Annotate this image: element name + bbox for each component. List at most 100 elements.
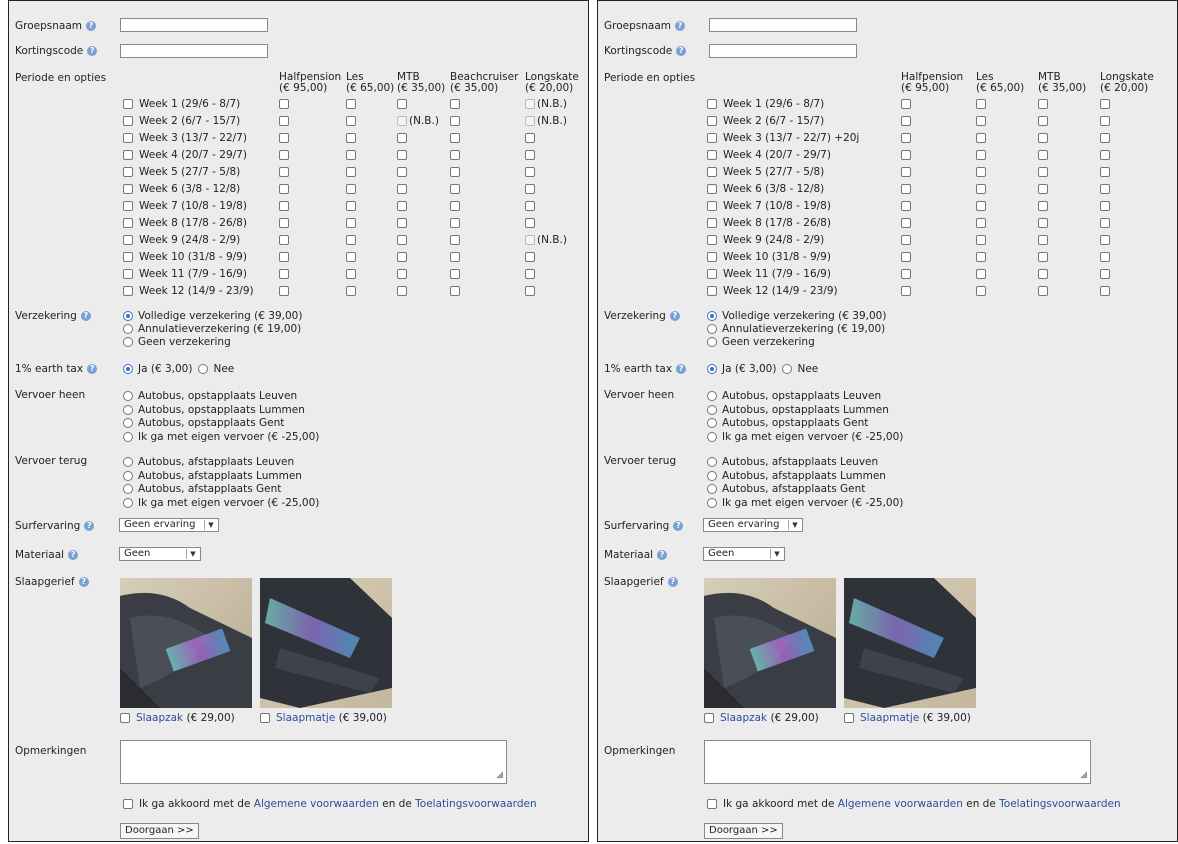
transport-back-option[interactable]: Autobus, afstapplaats Lummen (123, 470, 302, 482)
option-checkbox-cell[interactable] (525, 200, 535, 212)
week-checkbox[interactable] (707, 116, 717, 126)
transport-out-option[interactable]: Autobus, opstapplaats Lummen (707, 404, 889, 416)
option-checkbox-cell[interactable] (279, 268, 289, 280)
week-option[interactable]: Week 5 (27/7 - 5/8) (123, 166, 240, 178)
option-checkbox-cell[interactable] (346, 200, 356, 212)
option-checkbox-cell[interactable] (279, 183, 289, 195)
week-checkbox[interactable] (123, 184, 133, 194)
option-checkbox[interactable] (1100, 218, 1110, 228)
transport-back-radio[interactable] (707, 457, 717, 467)
help-question-icon[interactable]: ? (68, 550, 79, 560)
option-checkbox-cell[interactable] (346, 234, 356, 246)
option-checkbox-cell[interactable] (1038, 251, 1048, 263)
help-question-icon[interactable]: ? (87, 364, 98, 374)
option-checkbox-cell[interactable] (397, 183, 407, 195)
transport-out-option[interactable]: Ik ga met eigen vervoer (€ -25,00) (123, 431, 319, 443)
option-checkbox[interactable] (397, 235, 407, 245)
option-checkbox-cell[interactable] (346, 268, 356, 280)
sleep-item-option[interactable]: Slaapmatje (€ 39,00) (844, 712, 971, 724)
option-checkbox-cell[interactable] (901, 234, 911, 246)
transport-back-option[interactable]: Autobus, afstapplaats Lummen (707, 470, 886, 482)
option-checkbox-cell[interactable] (1100, 217, 1110, 229)
transport-back-option[interactable]: Ik ga met eigen vervoer (€ -25,00) (123, 497, 319, 509)
transport-out-radio[interactable] (707, 391, 717, 401)
week-option[interactable]: Week 12 (14/9 - 23/9) (123, 285, 254, 297)
option-checkbox-cell[interactable] (901, 115, 911, 127)
option-checkbox[interactable] (901, 133, 911, 143)
option-checkbox[interactable] (279, 167, 289, 177)
option-checkbox[interactable] (1038, 150, 1048, 160)
option-checkbox[interactable] (1038, 201, 1048, 211)
help-question-icon[interactable]: ? (675, 21, 685, 31)
option-checkbox-cell[interactable] (450, 132, 460, 144)
transport-out-option[interactable]: Autobus, opstapplaats Leuven (123, 390, 297, 402)
option-checkbox[interactable] (976, 252, 986, 262)
option-checkbox-cell[interactable] (450, 268, 460, 280)
option-checkbox-cell[interactable] (525, 166, 535, 178)
transport-back-option[interactable]: Autobus, afstapplaats Leuven (123, 456, 294, 468)
option-checkbox-cell[interactable] (346, 183, 356, 195)
option-checkbox[interactable] (525, 184, 535, 194)
help-question-icon[interactable]: ? (667, 577, 678, 587)
help-question-icon[interactable]: ? (78, 577, 89, 587)
option-checkbox-cell[interactable] (397, 149, 407, 161)
option-checkbox[interactable] (976, 184, 986, 194)
option-checkbox[interactable] (1038, 235, 1048, 245)
option-checkbox[interactable] (1038, 269, 1048, 279)
option-checkbox-cell[interactable] (1038, 234, 1048, 246)
insurance-radio[interactable] (707, 324, 717, 334)
option-checkbox[interactable] (976, 133, 986, 143)
option-checkbox-cell[interactable] (450, 251, 460, 263)
option-checkbox[interactable] (346, 184, 356, 194)
week-checkbox[interactable] (707, 99, 717, 109)
option-checkbox[interactable] (397, 133, 407, 143)
option-checkbox-cell[interactable] (450, 234, 460, 246)
option-checkbox[interactable] (279, 116, 289, 126)
option-checkbox[interactable] (901, 184, 911, 194)
option-checkbox-cell[interactable] (346, 217, 356, 229)
sleep-item-link[interactable]: Slaapmatje (860, 712, 919, 724)
resize-grip-icon[interactable]: ◢ (496, 770, 503, 780)
option-checkbox-cell[interactable] (279, 200, 289, 212)
sleep-item-link[interactable]: Slaapzak (136, 712, 183, 724)
option-checkbox[interactable] (525, 201, 535, 211)
option-checkbox[interactable] (1038, 184, 1048, 194)
option-checkbox-cell[interactable] (397, 217, 407, 229)
insurance-radio[interactable] (123, 324, 133, 334)
transport-back-radio[interactable] (707, 470, 717, 481)
insurance-radio[interactable] (123, 337, 133, 347)
help-question-icon[interactable]: ? (80, 311, 91, 321)
week-option[interactable]: Week 4 (20/7 - 29/7) (123, 149, 247, 161)
option-checkbox[interactable] (976, 218, 986, 228)
option-checkbox[interactable] (976, 99, 986, 109)
week-checkbox[interactable] (123, 116, 133, 126)
option-checkbox-cell[interactable] (397, 251, 407, 263)
option-checkbox-cell[interactable] (976, 285, 986, 297)
option-checkbox[interactable] (450, 167, 460, 177)
week-checkbox[interactable] (123, 133, 133, 143)
option-checkbox-cell[interactable] (1100, 200, 1110, 212)
option-checkbox[interactable] (346, 201, 356, 211)
option-checkbox[interactable] (1100, 252, 1110, 262)
option-checkbox-cell[interactable] (1038, 115, 1048, 127)
week-option[interactable]: Week 7 (10/8 - 19/8) (123, 200, 247, 212)
chevron-down-icon[interactable]: ▼ (186, 549, 199, 559)
help-question-icon[interactable]: ? (673, 521, 684, 531)
option-checkbox-cell[interactable] (1100, 268, 1110, 280)
week-option[interactable]: Week 9 (24/8 - 2/9) (707, 234, 824, 246)
option-checkbox-cell[interactable] (525, 183, 535, 195)
week-option[interactable]: Week 9 (24/8 - 2/9) (123, 234, 240, 246)
option-checkbox[interactable] (279, 133, 289, 143)
option-checkbox[interactable] (1100, 269, 1110, 279)
option-checkbox-cell[interactable] (525, 217, 535, 229)
option-checkbox-cell[interactable] (450, 115, 460, 127)
option-checkbox-cell[interactable] (1038, 268, 1048, 280)
option-checkbox-cell[interactable] (976, 166, 986, 178)
option-checkbox[interactable] (279, 150, 289, 160)
option-checkbox[interactable] (901, 269, 911, 279)
option-checkbox[interactable] (450, 150, 460, 160)
option-checkbox[interactable] (901, 252, 911, 262)
option-checkbox-cell[interactable] (397, 166, 407, 178)
option-checkbox[interactable] (450, 201, 460, 211)
insurance-option[interactable]: Annulatieverzekering (€ 19,00) (707, 323, 885, 335)
